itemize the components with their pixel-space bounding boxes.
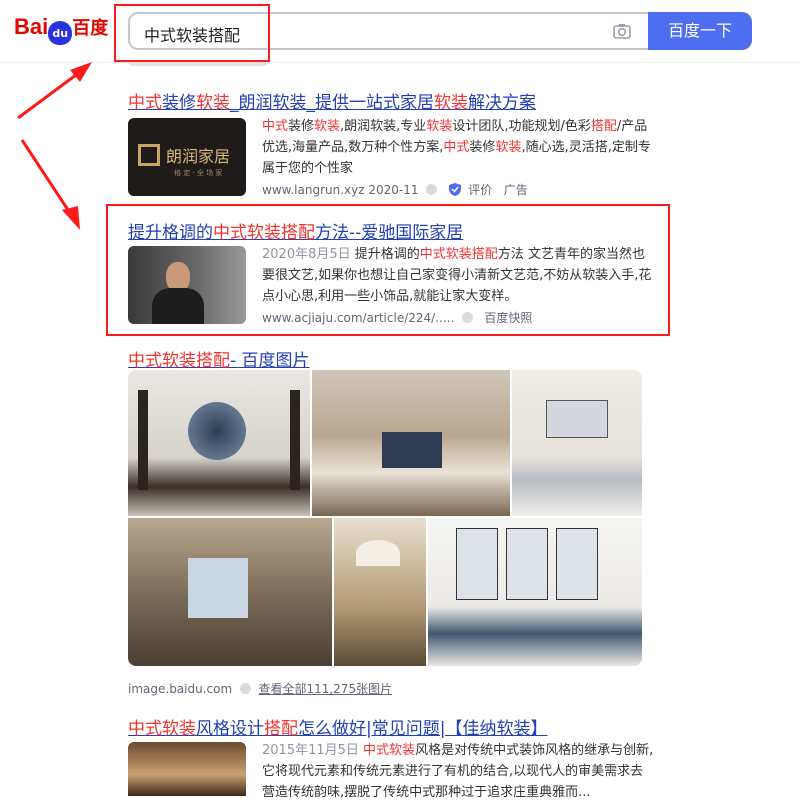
verified-shield-icon xyxy=(448,183,461,196)
result-meta: www.acjiaju.com/article/224/..... 百度快照 xyxy=(262,309,532,326)
image-gallery[interactable] xyxy=(128,370,642,666)
result-snippet: 中式装修软装,朗润软装,专业软装设计团队,功能规划/色彩搭配/产品优选,海量产品… xyxy=(262,119,651,176)
search-button[interactable]: 百度一下 xyxy=(648,12,752,50)
result-meta: www.langrun.xyz 2020-11 评价 广告 xyxy=(262,181,528,198)
result-meta: image.baidu.com 查看全部111,275张图片 xyxy=(128,680,392,697)
result-title[interactable]: 提升格调的中式软装搭配方法--爱驰国际家居 xyxy=(128,218,463,243)
result-snippet: 2020年8月5日 提升格调的中式软装搭配方法 文艺青年的家当然也要很文艺,如果… xyxy=(262,247,652,304)
gallery-image[interactable] xyxy=(312,370,510,516)
brand-mark-icon xyxy=(138,144,160,166)
result-link[interactable]: 提升格调的中式软装搭配方法--爱驰国际家居 xyxy=(128,223,463,243)
result-date: 2020年8月5日 xyxy=(262,247,351,262)
result-link[interactable]: 中式软装搭配- 百度图片 xyxy=(128,351,310,371)
result-date: 2015年11月5日 xyxy=(262,743,359,758)
brand-logo-text: 朗润家居 xyxy=(166,147,231,166)
result-link[interactable]: 中式装修软装_朗润软装_提供一站式家居软装解决方案 xyxy=(128,93,536,113)
gallery-image[interactable] xyxy=(334,518,426,666)
cache-link[interactable]: 百度快照 xyxy=(484,311,532,325)
result-thumbnail[interactable]: 朗润家居 格 定 · 全 场 家 xyxy=(128,118,246,196)
view-all-images-link[interactable]: 查看全部111,275张图片 xyxy=(258,682,392,696)
dropdown-icon[interactable] xyxy=(461,312,473,323)
result-title[interactable]: 中式软装搭配- 百度图片 xyxy=(128,346,310,371)
gallery-image[interactable] xyxy=(128,370,310,516)
review-link[interactable]: 评价 xyxy=(468,183,492,197)
result-link[interactable]: 中式软装风格设计搭配怎么做好|常见问题|【佳纳软装】 xyxy=(128,719,547,739)
result-title[interactable]: 中式软装风格设计搭配怎么做好|常见问题|【佳纳软装】 xyxy=(128,714,547,739)
dropdown-icon[interactable] xyxy=(426,184,438,195)
previous-result-edge xyxy=(128,62,268,66)
logo-text-cn: 百度 xyxy=(72,18,109,39)
result-url[interactable]: www.acjiaju.com/article/224/..... xyxy=(262,311,454,325)
gallery-image[interactable] xyxy=(512,370,642,516)
camera-icon[interactable] xyxy=(612,21,632,41)
result-thumbnail[interactable] xyxy=(128,742,246,796)
result-date: 2020-11 xyxy=(368,183,419,197)
logo-text-bai: Bai xyxy=(14,14,49,39)
result-url[interactable]: www.langrun.xyz xyxy=(262,183,365,197)
gallery-image[interactable] xyxy=(128,518,332,666)
gallery-image[interactable] xyxy=(428,518,642,666)
result-url[interactable]: image.baidu.com xyxy=(128,682,232,696)
dropdown-icon[interactable] xyxy=(239,683,251,694)
person-body xyxy=(152,288,204,324)
result-thumbnail[interactable] xyxy=(128,246,246,324)
result-title[interactable]: 中式装修软装_朗润软装_提供一站式家居软装解决方案 xyxy=(128,88,536,113)
ad-label: 广告 xyxy=(503,183,528,197)
result-snippet: 2015年11月5日 中式软装风格是对传统中式装饰风格的继承与创新,它将现代元素… xyxy=(262,743,654,800)
brand-logo-sub: 格 定 · 全 场 家 xyxy=(174,169,223,177)
